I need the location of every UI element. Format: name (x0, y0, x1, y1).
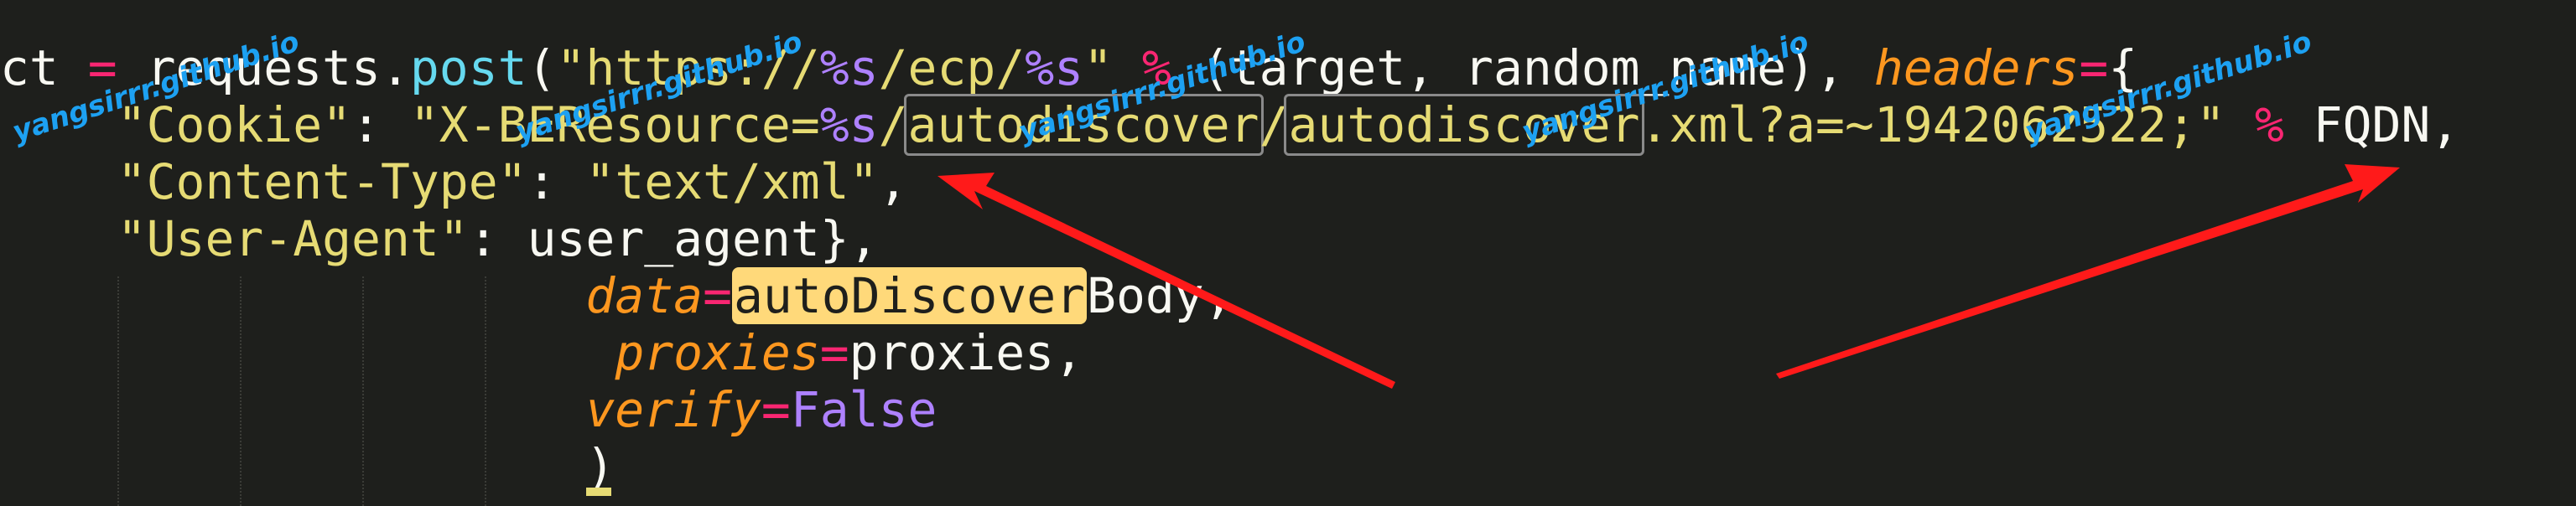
dict-value: "text/xml" (585, 153, 879, 210)
code-line-1: ct = requests.post("https://%s/ecp/%s" %… (0, 39, 2137, 97)
cookie-string: "X-BEResource= (409, 96, 820, 153)
comma: , (878, 153, 908, 210)
code-line-3: "Content-Type": "text/xml", (0, 152, 908, 211)
colon: : (351, 96, 410, 153)
highlighted-autodiscover: autodiscover (1284, 94, 1644, 156)
url-string-end: " (1083, 39, 1113, 96)
dict-value: user_agent}, (527, 210, 879, 267)
code-line-8: ) (0, 437, 615, 496)
assign-operator: = (703, 267, 732, 324)
keyword-argument: headers (1873, 39, 2080, 96)
code-editor[interactable]: ct = requests.post("https://%s/ecp/%s" %… (0, 0, 2576, 506)
keyword-argument: data (585, 267, 704, 324)
url-string: /ecp/ (878, 39, 1026, 96)
close-paren: ) (585, 438, 615, 495)
dict-key: "Cookie" (117, 96, 352, 153)
function-name: post (409, 39, 527, 96)
code-line-6: proxies=proxies, (0, 323, 1083, 382)
highlighted-autodiscover: autodiscover (903, 94, 1264, 156)
format-spec: %s (819, 96, 879, 153)
assign-operator: = (819, 324, 849, 381)
dict-key: "User-Agent" (117, 210, 469, 267)
code-line-4: "User-Agent": user_agent}, (0, 209, 879, 268)
module-name: requests. (146, 39, 410, 96)
format-spec: %s (1025, 39, 1084, 96)
code-line-5: data=autoDiscoverBody, (0, 266, 1233, 325)
code-line-7: verify=False (0, 380, 937, 439)
search-highlight: autoDiscover (732, 267, 1088, 324)
right-arrow (1776, 164, 2400, 379)
format-operator: % (1141, 39, 1171, 96)
text-cursor (586, 488, 612, 496)
argument-value: Body, (1087, 267, 1233, 324)
format-spec: %s (819, 39, 879, 96)
assign-operator: = (2079, 39, 2109, 96)
variable-name: ct (0, 39, 59, 96)
fqdn-variable: FQDN, (2283, 96, 2460, 153)
format-args: (target, random_name), (1171, 39, 1874, 96)
assign-operator: = (87, 39, 117, 96)
code-line-2: "Cookie": "X-BEResource=%s/autodiscover/… (0, 94, 2460, 156)
keyword-argument: verify (585, 381, 761, 438)
assign-operator: = (761, 381, 791, 438)
open-brace: { (2108, 39, 2138, 96)
format-operator: % (2254, 96, 2284, 153)
keyword-argument: proxies (615, 324, 820, 381)
colon: : (468, 210, 527, 267)
open-paren: ( (527, 39, 557, 96)
argument-value: proxies, (849, 324, 1084, 381)
colon: : (527, 153, 586, 210)
dict-key: "Content-Type" (117, 153, 527, 210)
url-string: "https:// (556, 39, 820, 96)
boolean-constant: False (790, 381, 937, 438)
cookie-string-tail: .xml?a=~1942062522;" (1639, 96, 2225, 153)
